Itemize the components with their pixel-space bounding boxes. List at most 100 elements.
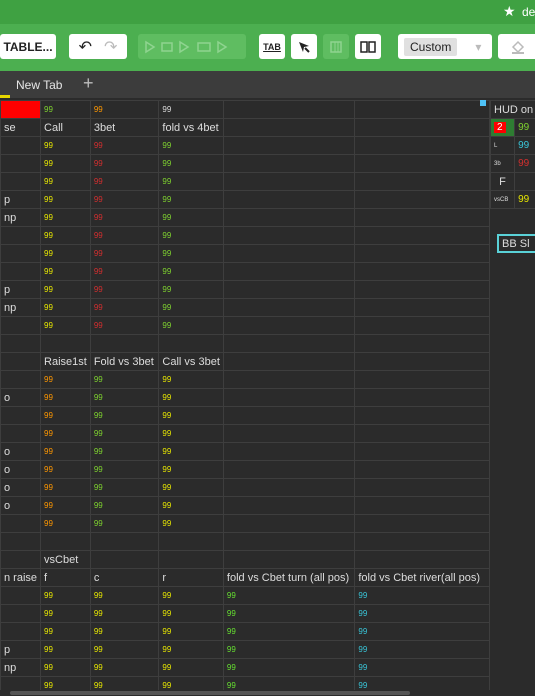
table-cell[interactable] — [354, 496, 490, 515]
table-cell[interactable] — [354, 244, 490, 263]
table-cell[interactable] — [222, 478, 356, 497]
table-cell[interactable]: 99 — [89, 172, 160, 191]
table-cell[interactable] — [222, 154, 356, 173]
table-cell[interactable] — [222, 244, 356, 263]
table-cell[interactable] — [222, 316, 356, 335]
table-cell[interactable]: 99 — [40, 190, 91, 209]
table-cell[interactable] — [0, 226, 42, 245]
table-cell[interactable]: 99 — [158, 406, 224, 425]
table-cell[interactable] — [354, 352, 490, 371]
star-icon[interactable]: ★ — [503, 3, 516, 20]
table-cell[interactable] — [222, 280, 356, 299]
table-cell[interactable]: se — [0, 118, 42, 137]
table-cell[interactable]: np — [0, 658, 42, 677]
table-cell[interactable]: 99 — [158, 496, 224, 515]
spreadsheet-grid[interactable]: 99 99 99 se Call 3bet fold vs 4bet 99 99 99 99 99 99… — [0, 100, 490, 690]
table-cell[interactable] — [222, 424, 356, 443]
columns-icon[interactable] — [323, 34, 349, 59]
table-cell[interactable]: 99 — [158, 208, 224, 227]
table-cell[interactable] — [354, 298, 490, 317]
table-cell[interactable]: o — [0, 496, 42, 515]
table-cell[interactable]: 99 — [40, 298, 91, 317]
table-cell[interactable]: 99 — [158, 280, 224, 299]
table-cell[interactable]: o — [0, 478, 42, 497]
table-cell[interactable]: 99 — [89, 658, 160, 677]
table-cell[interactable] — [354, 280, 490, 299]
table-cell[interactable]: 99 — [158, 676, 224, 690]
table-cell[interactable] — [354, 388, 490, 407]
table-cell[interactable]: 99 — [40, 154, 91, 173]
table-cell[interactable]: 99 — [222, 586, 356, 605]
table-cell[interactable]: 99 — [89, 298, 160, 317]
table-cell[interactable] — [0, 370, 42, 389]
table-cell[interactable]: 99 — [40, 514, 91, 533]
table-cell[interactable]: 99 — [40, 172, 91, 191]
table-cell[interactable] — [0, 532, 42, 551]
table-cell[interactable]: 99 — [158, 100, 224, 119]
redo-icon[interactable]: ↷ — [104, 37, 117, 57]
split-view-icon[interactable] — [355, 34, 381, 59]
table-cell[interactable]: 99 — [158, 190, 224, 209]
user-label[interactable]: de — [522, 5, 535, 19]
table-cell[interactable] — [40, 334, 91, 353]
table-cell[interactable]: 99 — [354, 622, 490, 641]
table-cell[interactable] — [222, 334, 356, 353]
table-cell[interactable] — [222, 352, 356, 371]
table-cell[interactable]: 99 — [89, 280, 160, 299]
horizontal-scrollbar[interactable] — [0, 690, 535, 696]
table-cell[interactable]: 99 — [89, 406, 160, 425]
add-tab-icon[interactable]: + — [83, 73, 94, 94]
table-cell[interactable]: 99 — [158, 262, 224, 281]
table-cell[interactable] — [354, 460, 490, 479]
table-cell[interactable]: 99 — [158, 514, 224, 533]
table-cell[interactable]: 99 — [158, 388, 224, 407]
table-cell[interactable] — [354, 424, 490, 443]
table-cell[interactable] — [0, 136, 42, 155]
table-cell[interactable] — [0, 604, 42, 623]
table-cell[interactable]: p — [0, 280, 42, 299]
table-cell[interactable]: o — [0, 388, 42, 407]
table-cell[interactable] — [354, 136, 490, 155]
table-cell[interactable] — [222, 406, 356, 425]
table-cell[interactable]: 99 — [89, 370, 160, 389]
table-cell[interactable]: 99 — [40, 442, 91, 461]
table-cell[interactable]: 99 — [40, 676, 91, 690]
table-cell[interactable]: 99 — [40, 478, 91, 497]
table-cell[interactable]: 99 — [222, 658, 356, 677]
table-cell[interactable] — [354, 226, 490, 245]
table-cell[interactable]: 99 — [158, 316, 224, 335]
table-cell[interactable] — [354, 262, 490, 281]
table-cell[interactable]: p — [0, 640, 42, 659]
table-cell[interactable]: 99 — [40, 370, 91, 389]
table-cell[interactable] — [89, 550, 160, 569]
table-cell[interactable] — [354, 532, 490, 551]
table-cell[interactable] — [0, 586, 42, 605]
table-cell[interactable]: 99 — [158, 298, 224, 317]
table-cell[interactable]: Raise1st — [40, 352, 91, 371]
table-cell[interactable]: 99 — [158, 622, 224, 641]
table-cell[interactable]: 99 — [89, 208, 160, 227]
table-cell[interactable] — [0, 676, 42, 690]
table-cell[interactable] — [222, 532, 356, 551]
table-cell[interactable] — [0, 100, 42, 119]
table-cell[interactable]: r — [158, 568, 224, 587]
table-cell[interactable]: 99 — [40, 604, 91, 623]
table-cell[interactable] — [354, 118, 490, 137]
table-cell[interactable]: vsCbet — [40, 550, 91, 569]
table-cell[interactable]: 99 — [40, 640, 91, 659]
table-cell[interactable]: Call vs 3bet — [158, 352, 224, 371]
table-cell[interactable]: 99 — [40, 316, 91, 335]
table-cell[interactable]: Fold vs 3bet — [89, 352, 160, 371]
table-cell[interactable] — [354, 154, 490, 173]
table-cell[interactable] — [222, 550, 356, 569]
table-cell[interactable]: 99 — [40, 586, 91, 605]
table-cell[interactable]: 99 — [89, 190, 160, 209]
table-cell[interactable] — [222, 388, 356, 407]
table-cell[interactable] — [222, 496, 356, 515]
table-cell[interactable] — [222, 172, 356, 191]
table-cell[interactable]: 99 — [89, 424, 160, 443]
table-cell[interactable]: 99 — [89, 460, 160, 479]
table-cell[interactable]: 99 — [158, 244, 224, 263]
table-cell[interactable]: 99 — [354, 586, 490, 605]
table-cell[interactable]: 99 — [89, 442, 160, 461]
